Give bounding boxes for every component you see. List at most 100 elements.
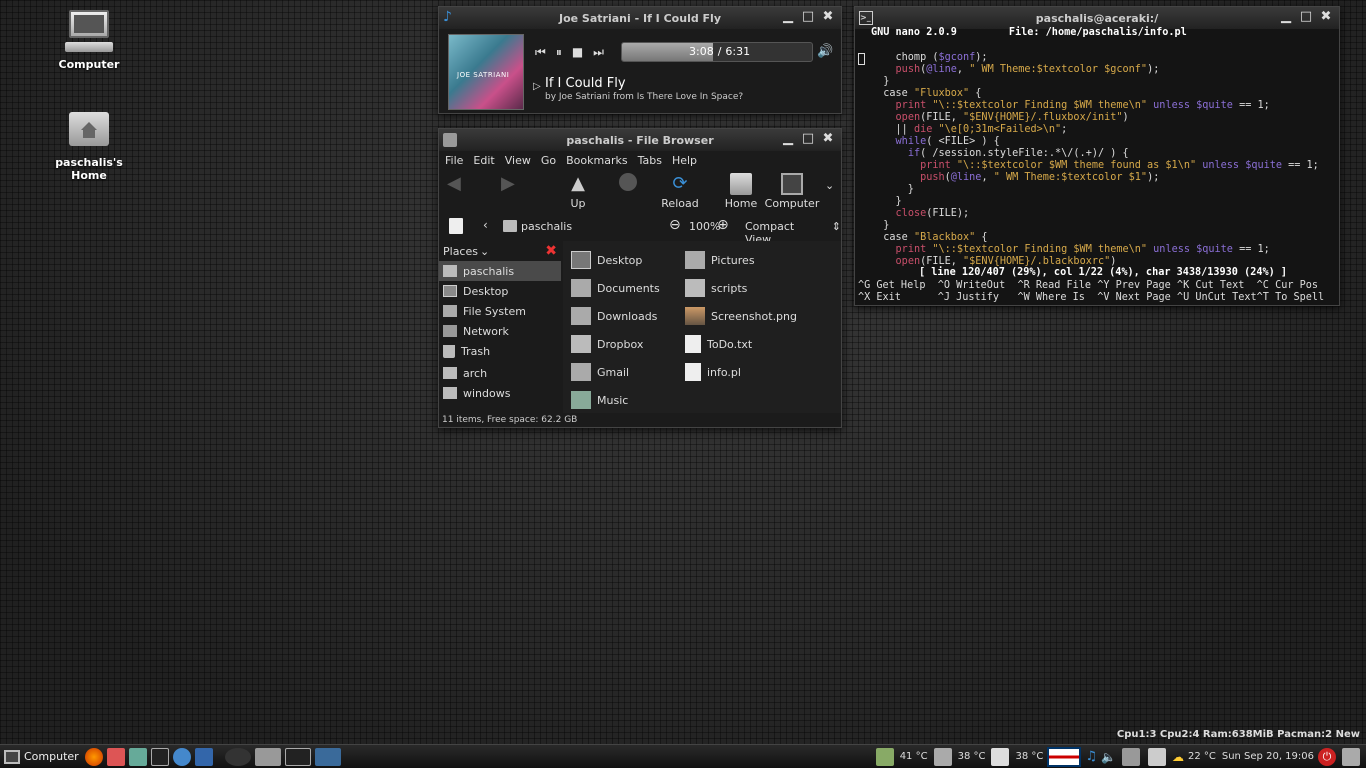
sync-icon[interactable]: [194, 747, 213, 766]
computer-menu-icon[interactable]: [4, 749, 20, 764]
file-item-pictures[interactable]: Pictures: [685, 251, 755, 269]
player-titlebar[interactable]: ♪ Joe Satriani - If I Could Fly ▁ □ ✖: [439, 7, 841, 29]
maximize-button[interactable]: □: [1299, 10, 1313, 24]
file-item-desktop[interactable]: Desktop: [571, 251, 642, 269]
zoom-in-icon[interactable]: ⊕: [717, 217, 729, 233]
desktop-icon-computer[interactable]: Computer: [39, 10, 139, 71]
menu-go[interactable]: Go: [541, 154, 556, 167]
chevron-down-icon: ⌄: [479, 244, 490, 258]
album-art: JOE SATRIANI: [448, 34, 524, 110]
back-chevron-icon[interactable]: ‹: [483, 218, 488, 232]
code-area[interactable]: chomp ($gconf); push(@line, " WM Theme:$…: [871, 52, 1319, 268]
close-button[interactable]: ✖: [821, 132, 835, 146]
computer-button[interactable]: Computer: [765, 173, 819, 210]
up-button[interactable]: ▲ Up: [552, 173, 604, 210]
clipboard-tray-icon[interactable]: [1147, 747, 1166, 766]
close-sidebar-icon[interactable]: ✖: [545, 243, 557, 259]
location-crumb[interactable]: paschalis: [521, 220, 572, 233]
menu-view[interactable]: View: [505, 154, 531, 167]
places-item-network[interactable]: Network: [439, 321, 561, 341]
home-button[interactable]: Home: [715, 173, 767, 210]
terminal-launcher-icon[interactable]: [150, 747, 169, 766]
file-item-todo[interactable]: ToDo.txt: [685, 335, 752, 353]
nano-file: File: /home/paschalis/info.pl: [1008, 27, 1187, 38]
menu-bookmarks[interactable]: Bookmarks: [566, 154, 627, 167]
clock[interactable]: Sun Sep 20, 19:06: [1222, 751, 1314, 762]
uk-flag-icon[interactable]: [1047, 746, 1082, 767]
menu-tabs[interactable]: Tabs: [638, 154, 662, 167]
network-icon: [443, 325, 457, 337]
volume-tray-icon[interactable]: 🔈: [1101, 750, 1116, 764]
reload-button[interactable]: ⟳ Reload: [654, 173, 706, 210]
expand-arrow-icon[interactable]: ▷: [533, 81, 541, 92]
conky-status: Cpu1:3 Cpu2:4 Ram:638MiB Pacman:2 New: [1116, 729, 1360, 740]
fb-title: paschalis - File Browser: [566, 133, 714, 147]
task-file-browser-icon[interactable]: [254, 747, 281, 766]
power-icon[interactable]: ⏻: [1318, 747, 1336, 766]
board-sensor-icon: [933, 747, 952, 766]
places-item-filesystem[interactable]: File System: [439, 301, 561, 321]
chevron-down-icon[interactable]: ⌄: [825, 179, 834, 192]
folder-icon: [571, 335, 591, 353]
places-item-trash[interactable]: Trash: [439, 341, 561, 361]
task-terminal-icon[interactable]: [284, 747, 311, 766]
firefox-icon[interactable]: [84, 747, 103, 766]
task-player-icon[interactable]: [314, 747, 341, 766]
previous-track-button[interactable]: ⏮: [535, 45, 546, 60]
menu-help[interactable]: Help: [672, 154, 697, 167]
file-item-screenshot[interactable]: Screenshot.png: [685, 307, 797, 325]
maximize-button[interactable]: □: [801, 10, 815, 24]
back-arrow-icon[interactable]: ◀: [447, 173, 461, 194]
file-item-gmail[interactable]: Gmail: [571, 363, 629, 381]
minimize-button[interactable]: ▁: [781, 10, 795, 24]
start-menu-button[interactable]: Computer: [24, 750, 79, 763]
stop-icon[interactable]: [619, 173, 637, 191]
close-button[interactable]: ✖: [1319, 10, 1333, 24]
pause-button[interactable]: ⏸: [556, 45, 562, 60]
next-track-button[interactable]: ⏭: [593, 45, 604, 60]
file-item-music[interactable]: Music: [571, 391, 628, 409]
desktop-icon-label: paschalis's Home: [55, 156, 123, 182]
file-item-dropbox[interactable]: Dropbox: [571, 335, 643, 353]
term-titlebar[interactable]: >_ paschalis@aceraki:/ ▁ □ ✖: [855, 7, 1339, 29]
stop-button[interactable]: ■: [572, 45, 583, 60]
settings-gear-icon[interactable]: [172, 747, 191, 766]
desktop-icon-home[interactable]: paschalis's Home: [39, 108, 139, 182]
bookmark-item-arch[interactable]: arch: [439, 363, 561, 383]
file-item-downloads[interactable]: Downloads: [571, 307, 657, 325]
network-tray-icon[interactable]: [1121, 747, 1140, 766]
show-desktop-icon[interactable]: [1342, 747, 1360, 766]
image-file-icon: [685, 307, 705, 325]
temp-cpu: 41 °C: [899, 751, 928, 762]
location-bar: ‹ paschalis ⊖ 100% ⊕ Compact View ⇕: [439, 215, 841, 246]
forward-arrow-icon[interactable]: ▶: [501, 173, 515, 194]
edit-location-icon[interactable]: [449, 218, 463, 234]
nano-status: [ line 120/407 (29%), col 1/22 (4%), cha…: [919, 267, 1288, 278]
menu-file[interactable]: File: [445, 154, 463, 167]
users-icon[interactable]: [128, 747, 147, 766]
fb-titlebar[interactable]: paschalis - File Browser ▁ □ ✖: [439, 129, 841, 151]
file-item-documents[interactable]: Documents: [571, 279, 660, 297]
volume-icon[interactable]: 🔊: [817, 44, 833, 59]
places-item-desktop[interactable]: Desktop: [439, 281, 561, 301]
home-launcher-icon[interactable]: [106, 747, 125, 766]
cursor: [858, 53, 865, 65]
trash-icon: [443, 344, 455, 358]
task-music-icon[interactable]: [224, 747, 251, 766]
minimize-button[interactable]: ▁: [781, 132, 795, 146]
documents-folder-icon: [571, 279, 591, 297]
menu-edit[interactable]: Edit: [473, 154, 494, 167]
places-item-paschalis[interactable]: paschalis: [439, 261, 561, 281]
menubar: File Edit View Go Bookmarks Tabs Help: [439, 151, 841, 170]
places-dropdown[interactable]: Places: [443, 245, 478, 258]
file-item-infopl[interactable]: info.pl: [685, 363, 741, 381]
pictures-folder-icon: [685, 251, 705, 269]
zoom-out-icon[interactable]: ⊖: [669, 217, 681, 233]
minimize-button[interactable]: ▁: [1279, 10, 1293, 24]
computer-icon: [781, 173, 803, 195]
bookmark-item-windows[interactable]: windows: [439, 383, 561, 403]
close-button[interactable]: ✖: [821, 10, 835, 24]
file-item-scripts[interactable]: scripts: [685, 279, 747, 297]
music-tray-icon[interactable]: ♫: [1085, 749, 1097, 764]
maximize-button[interactable]: □: [801, 132, 815, 146]
